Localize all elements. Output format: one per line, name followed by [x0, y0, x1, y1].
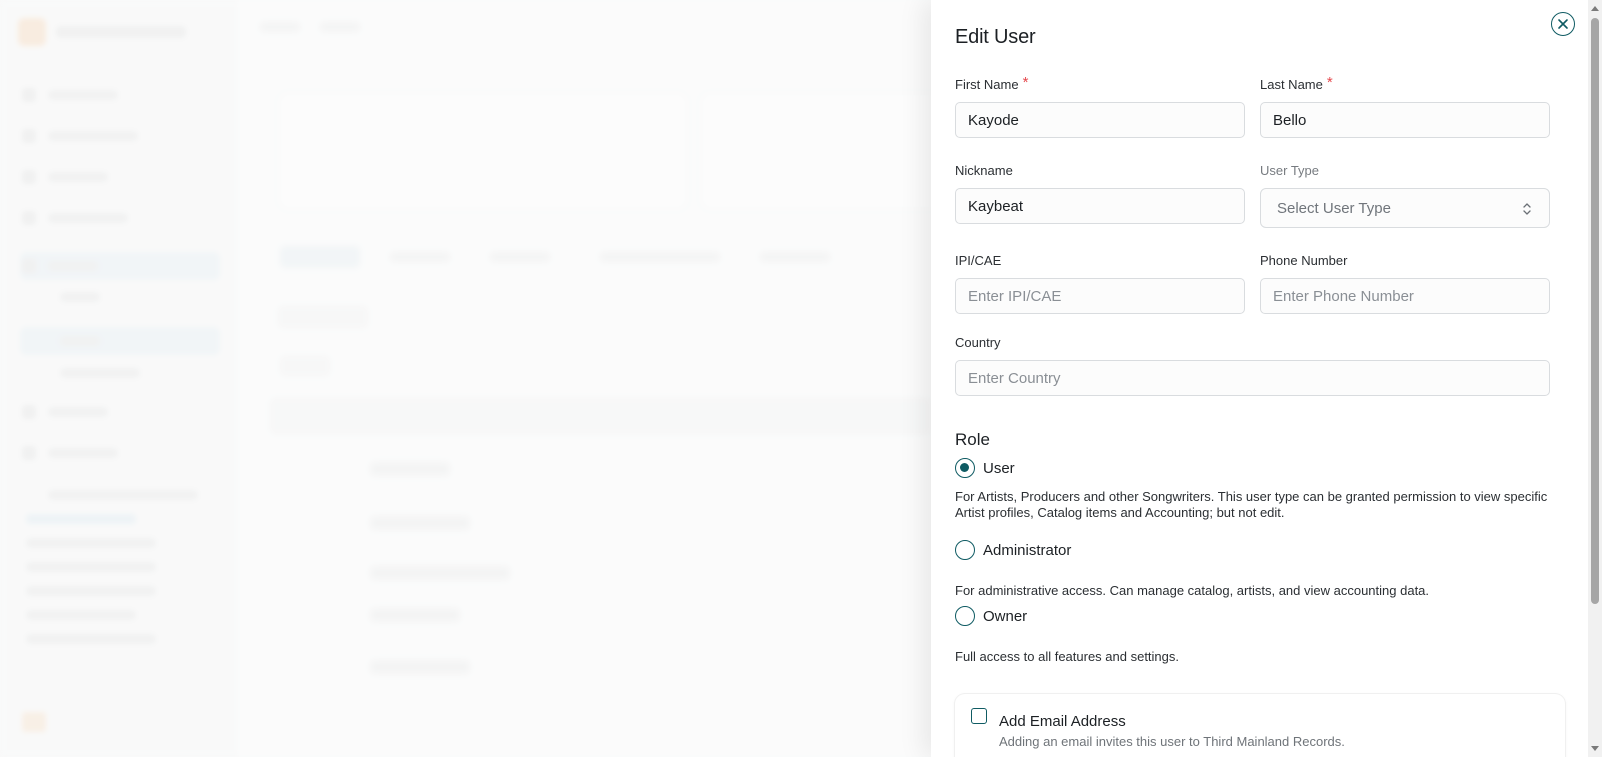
first-name-group: First Name *	[955, 74, 1245, 138]
role-option-description: Full access to all features and settings…	[955, 649, 1180, 664]
last-name-group: Last Name *	[1260, 74, 1550, 138]
ipi-cae-group: IPI/CAE	[955, 252, 1245, 314]
role-option-owner[interactable]: Owner	[955, 606, 1027, 626]
scrollbar-thumb[interactable]	[1591, 18, 1599, 604]
role-option-label: User	[983, 459, 1015, 477]
role-section-title: Role	[955, 430, 990, 449]
role-option-label: Administrator	[983, 541, 1072, 559]
user-type-placeholder: Select User Type	[1277, 199, 1391, 217]
user-type-label: User Type	[1260, 163, 1320, 178]
ipi-cae-input[interactable]	[955, 278, 1245, 314]
drawer-title: Edit User	[955, 26, 1036, 48]
country-input[interactable]	[955, 360, 1550, 396]
radio-user[interactable]	[955, 458, 975, 478]
first-name-label: First Name *	[955, 74, 1029, 92]
add-email-checkbox[interactable]	[971, 708, 987, 724]
nickname-group: Nickname	[955, 162, 1245, 224]
phone-number-label: Phone Number	[1260, 253, 1348, 268]
role-option-description: For Artists, Producers and other Songwri…	[955, 489, 1548, 520]
user-type-select[interactable]: Select User Type	[1260, 188, 1550, 228]
nickname-label: Nickname	[955, 163, 1013, 178]
required-marker: *	[1326, 74, 1333, 91]
role-option-user[interactable]: User	[955, 458, 1015, 478]
country-group: Country	[955, 334, 1550, 396]
last-name-label: Last Name *	[1260, 74, 1333, 92]
country-label: Country	[955, 335, 1001, 350]
add-email-description: Adding an email invites this user to Thi…	[999, 734, 1345, 749]
close-icon	[1558, 19, 1568, 29]
last-name-input[interactable]	[1260, 102, 1550, 138]
add-email-title: Add Email Address	[999, 713, 1126, 730]
ipi-cae-label: IPI/CAE	[955, 253, 1002, 268]
first-name-input[interactable]	[955, 102, 1245, 138]
role-option-label: Owner	[983, 607, 1028, 625]
add-email-card: Add Email Address Adding an email invite…	[955, 694, 1565, 757]
chevron-up-down-icon	[1523, 203, 1531, 215]
phone-number-input[interactable]	[1260, 278, 1550, 314]
required-marker: *	[1022, 74, 1029, 91]
nickname-input[interactable]	[955, 188, 1245, 224]
scroll-up-arrow[interactable]	[1591, 6, 1599, 11]
user-type-group: User Type Select User Type	[1260, 162, 1550, 228]
edit-user-drawer: Edit User First Name* Last Name* Nicknam…	[931, 0, 1602, 757]
role-option-administrator[interactable]: Administrator	[955, 540, 1071, 560]
scroll-down-arrow[interactable]	[1591, 746, 1599, 751]
radio-administrator[interactable]	[955, 540, 975, 560]
phone-number-group: Phone Number	[1260, 252, 1550, 314]
close-button[interactable]	[1551, 12, 1575, 36]
drawer-scrollbar[interactable]	[1588, 0, 1602, 757]
role-option-description: For administrative access. Can manage ca…	[955, 583, 1430, 598]
radio-owner[interactable]	[955, 606, 975, 626]
